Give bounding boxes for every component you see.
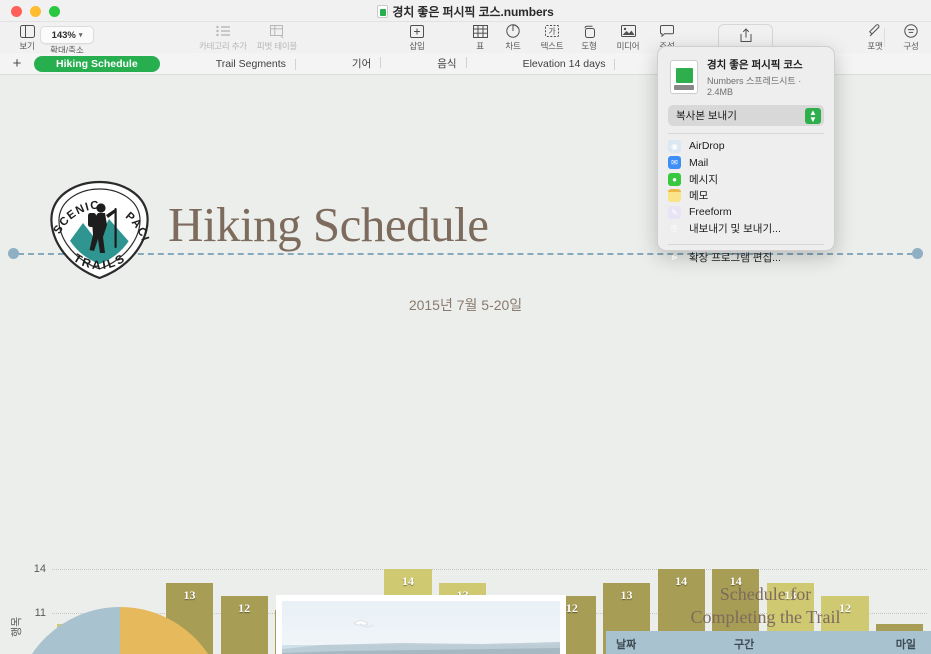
document-title-text: 경치 좋은 퍼시픽 코스.numbers xyxy=(392,5,554,19)
donut-slice-completed xyxy=(120,607,208,654)
share-icon xyxy=(719,28,772,46)
sheet-tab-label: 음식 xyxy=(437,58,457,70)
schedule-title-line-2: Completing the Trail xyxy=(690,607,841,627)
share-item-label: 메시지 xyxy=(689,173,718,186)
stepper-icon[interactable]: ▲ ▼ xyxy=(805,107,821,124)
toolbar-organize-label: 구성 xyxy=(903,41,919,51)
share-item-label: Freeform xyxy=(689,206,732,219)
table-header-row: 날짜 구간 마일 xyxy=(606,631,931,654)
share-popover[interactable]: 경치 좋은 퍼시픽 코스 Numbers 스프레드시트 · 2.4MB 복사본 … xyxy=(657,46,835,264)
sheet-tab-label: Elevation 14 days xyxy=(522,57,606,70)
y-tick-14: 14 xyxy=(33,563,46,575)
numbers-window: 경치 좋은 퍼시픽 코스.numbers 보기 143% ▾ 확대/축소 카테고… xyxy=(0,0,931,654)
numbers-document-icon xyxy=(670,60,698,94)
share-item-mail[interactable]: ✉ Mail xyxy=(658,155,834,172)
add-sheet-button[interactable]: + xyxy=(0,55,34,72)
zoom-dropdown[interactable]: 143% ▾ xyxy=(40,26,94,44)
airdrop-icon: ◉ xyxy=(668,139,681,153)
sheet-tab-elevation-14-days[interactable]: Elevation 14 days xyxy=(513,56,616,72)
export-icon: ⎘ xyxy=(671,223,678,233)
popover-divider-bottom xyxy=(668,244,824,245)
page-title[interactable]: Hiking Schedule xyxy=(168,196,489,253)
toolbar-insert-label: 삽입 xyxy=(409,41,425,51)
chart-subtitle: 2015년 7월 5-20일 xyxy=(408,297,523,313)
tab-divider xyxy=(614,58,616,70)
mail-icon: ✉ xyxy=(668,156,681,170)
insert-icon xyxy=(390,23,444,39)
schedule-title: Schedule for Completing the Trail xyxy=(600,583,931,629)
sheet-tab-hiking-schedule[interactable]: Hiking Schedule xyxy=(34,55,160,72)
popover-divider xyxy=(668,133,824,134)
numbers-document-icon xyxy=(377,5,389,18)
share-item-export[interactable]: ⎘ 내보내기 및 보내기... xyxy=(658,221,834,238)
donut-slice-remaining xyxy=(32,607,120,654)
sheet-tab-label: Trail Segments xyxy=(215,57,286,70)
scenic-pacific-trails-logo[interactable]: SCENIC PACIFIC TRAILS xyxy=(38,170,156,283)
sheet-tab-trail-segments[interactable]: Trail Segments xyxy=(206,56,296,72)
sheet-tab-gear[interactable]: 기어 xyxy=(342,54,382,73)
share-file-meta: Numbers 스프레드시트 · 2.4MB xyxy=(707,76,802,97)
share-file-name: 경치 좋은 퍼시픽 코스 xyxy=(707,59,803,71)
toolbar-insert-button[interactable]: 삽입 xyxy=(390,23,444,52)
messages-icon: ● xyxy=(668,172,681,186)
share-item-messages[interactable]: ● 메시지 xyxy=(658,171,834,188)
column-header-miles: 마일 xyxy=(895,638,916,651)
share-item-airdrop[interactable]: ◉ AirDrop xyxy=(658,138,834,155)
gridline xyxy=(52,569,927,570)
sheet-tab-label: Hiking Schedule xyxy=(56,57,138,70)
chevron-down-icon: ▾ xyxy=(78,32,83,39)
column-header-section: 구간 xyxy=(734,638,755,651)
trail-photo[interactable] xyxy=(276,595,566,654)
share-item-label: Mail xyxy=(689,156,709,169)
schedule-title-line-1: Schedule for xyxy=(719,584,812,604)
svg-text:가: 가 xyxy=(548,27,556,36)
toolbar-add-category-label: 카테고리 추가 xyxy=(199,41,247,51)
trail-photo-image xyxy=(282,601,560,654)
toolbar-add-category-button[interactable]: 카테고리 추가 xyxy=(196,23,250,52)
list-icon xyxy=(196,23,250,39)
share-item-label: 메모 xyxy=(689,190,709,203)
donut-chart[interactable] xyxy=(6,599,234,654)
send-copy-dropdown[interactable]: 복사본 보내기 ▲ ▼ xyxy=(668,105,824,126)
share-item-label: 내보내기 및 보내기... xyxy=(689,223,781,236)
freeform-icon: ✎ xyxy=(668,205,681,219)
title-bar: 경치 좋은 퍼시픽 코스.numbers xyxy=(0,0,931,22)
extension-icon: ⊳ xyxy=(671,252,678,262)
toolbar-organize-button[interactable]: 구성 xyxy=(884,23,931,52)
zoom-value: 143% xyxy=(51,29,76,41)
tab-divider xyxy=(294,58,296,70)
toolbar-pivot-table-button[interactable]: 피벗 테이블 xyxy=(250,23,304,52)
share-item-label: AirDrop xyxy=(689,140,725,153)
tab-divider xyxy=(380,57,382,68)
bar-chart[interactable]: 행목 14 11 7 4 0 1081312111214139121314141… xyxy=(0,319,931,654)
tab-divider xyxy=(465,57,467,68)
share-item-freeform[interactable]: ✎ Freeform xyxy=(658,204,834,221)
notes-icon xyxy=(668,189,681,203)
send-copy-label: 복사본 보내기 xyxy=(676,110,737,122)
document-title: 경치 좋은 퍼시픽 코스.numbers xyxy=(0,3,931,20)
toolbar-pivot-table-label: 피벗 테이블 xyxy=(256,41,298,51)
share-item-notes[interactable]: 메모 xyxy=(658,188,834,205)
sheet-tab-label: 기어 xyxy=(351,58,372,70)
bar-value-label: 14 xyxy=(402,574,415,588)
column-header-date: 날짜 xyxy=(616,638,637,651)
sheet-tab-food[interactable]: 음식 xyxy=(427,54,467,73)
selection-handle-left[interactable] xyxy=(8,248,19,259)
pivot-table-icon xyxy=(250,23,304,39)
selection-handle-right[interactable] xyxy=(912,248,923,259)
organize-icon xyxy=(884,23,931,39)
comment-icon xyxy=(640,23,694,39)
schedule-table[interactable]: 날짜 구간 마일 2015년 7월 5-20일California Sectio… xyxy=(606,631,931,654)
edit-extensions-item[interactable]: ⊳ 확장 프로그램 편집... xyxy=(658,249,834,266)
share-file-summary: 경치 좋은 퍼시픽 코스 Numbers 스프레드시트 · 2.4MB xyxy=(658,47,834,103)
edit-extensions-label: 확장 프로그램 편집... xyxy=(689,251,781,264)
